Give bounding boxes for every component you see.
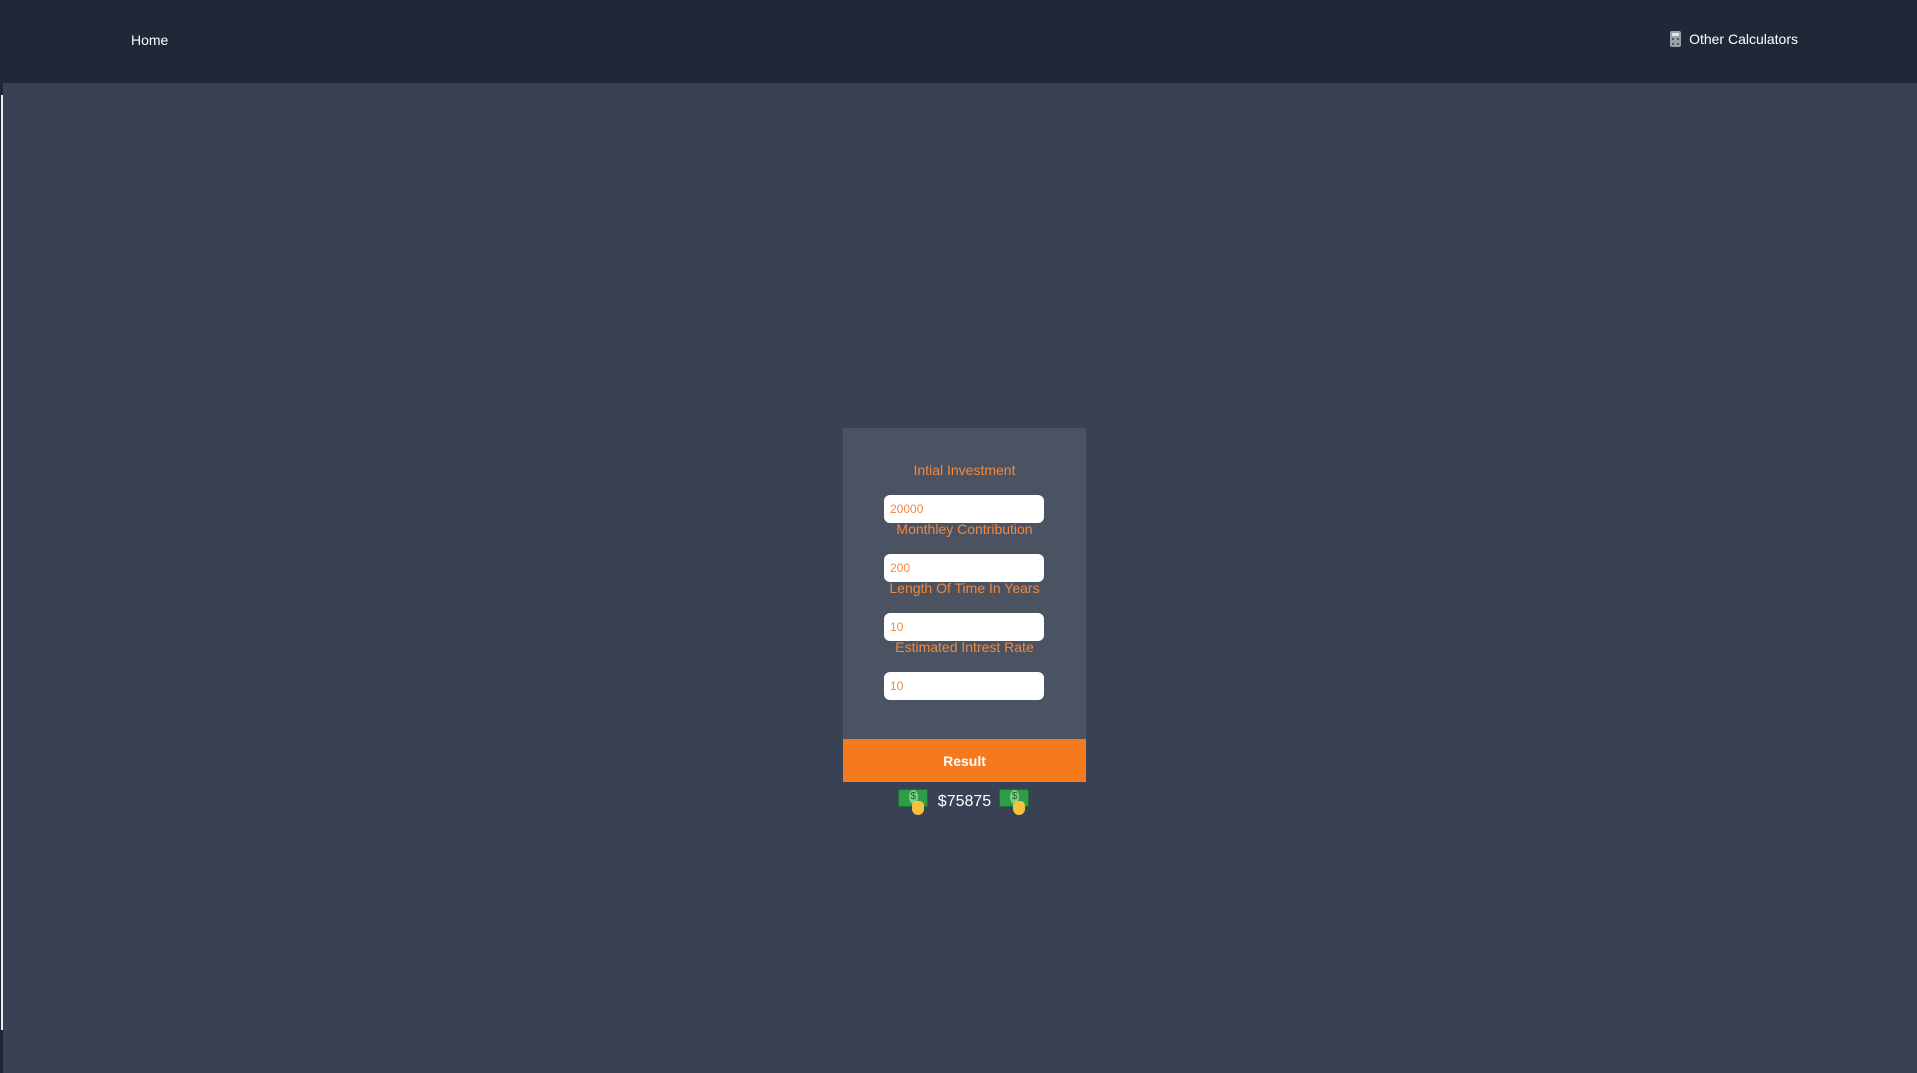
money-with-hand-icon (897, 786, 930, 818)
window-left-divider (1, 95, 3, 1030)
result-button[interactable]: Result (843, 739, 1086, 782)
nav-home-link[interactable]: Home (131, 32, 168, 48)
calculator-icon (1670, 31, 1682, 47)
money-with-hand-icon (999, 786, 1031, 818)
calculator-card: Intial Investment Monthley Contribution … (843, 428, 1086, 739)
nav-other-calculators-label: Other Calculators (1689, 31, 1798, 47)
initial-investment-label: Intial Investment (913, 462, 1016, 478)
top-navbar: Home Other Calculators (3, 0, 1917, 83)
nav-other-calculators-link[interactable]: Other Calculators (1670, 31, 1798, 47)
result-output: $75875 (843, 785, 1086, 819)
monthly-contribution-label: Monthley Contribution (896, 521, 1033, 537)
length-years-label: Length Of Time In Years (889, 580, 1040, 596)
interest-rate-label: Estimated Intrest Rate (895, 639, 1034, 655)
interest-rate-input[interactable] (884, 672, 1044, 700)
result-value: $75875 (937, 793, 992, 810)
initial-investment-input[interactable] (884, 495, 1044, 523)
length-years-input[interactable] (884, 613, 1044, 641)
monthly-contribution-input[interactable] (884, 554, 1044, 582)
